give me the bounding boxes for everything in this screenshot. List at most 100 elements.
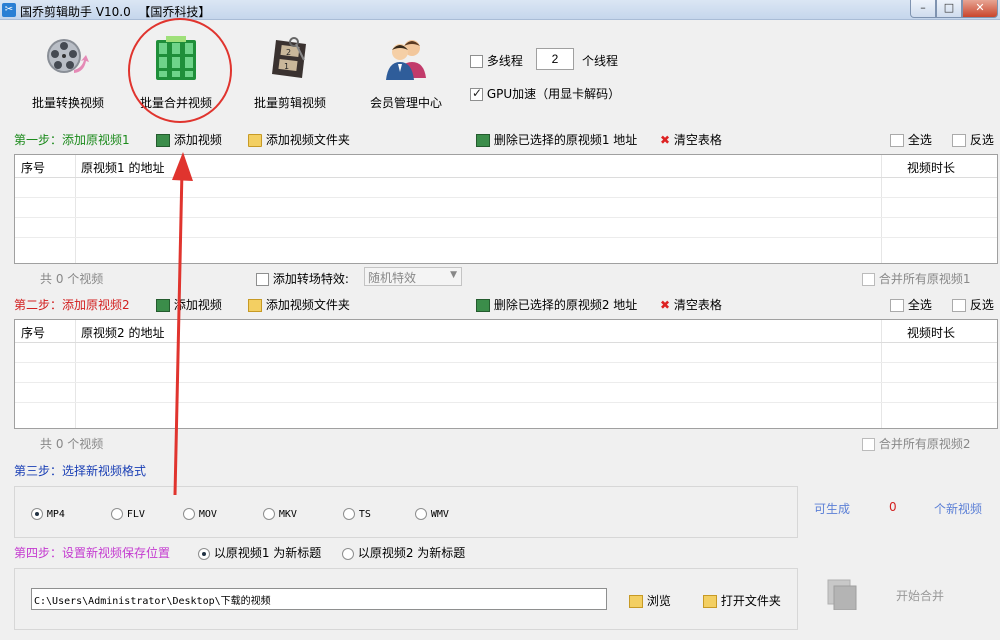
format-radio[interactable]: [263, 507, 275, 520]
open-folder-button[interactable]: 打开文件夹: [703, 592, 781, 609]
step3-title: 第三步：选择新视频格式: [14, 464, 147, 478]
can-generate-label: 可生成: [814, 502, 851, 516]
maximize-button[interactable]: □: [936, 0, 962, 18]
merge-all-1-label: 合并所有原视频1: [878, 272, 971, 286]
format-radio[interactable]: [31, 507, 43, 520]
merge-all-1-option[interactable]: 合并所有原视频1: [862, 270, 970, 287]
can-generate-count: 0: [889, 500, 897, 514]
step1-invert-select-button[interactable]: 反选: [952, 131, 994, 148]
toolbar-member-button[interactable]: 会员管理中心: [356, 30, 456, 120]
format-label: FLV: [126, 509, 145, 520]
transition-option[interactable]: 添加转场特效:: [256, 270, 349, 287]
step2-count: 共 0 个视频: [40, 437, 104, 451]
format-option-mp4[interactable]: MP4: [31, 506, 65, 520]
page-icon: [952, 134, 966, 147]
step1-add-folder-button[interactable]: 添加视频文件夹: [248, 131, 350, 148]
save-path-input[interactable]: [31, 588, 607, 610]
format-radio[interactable]: [415, 507, 427, 520]
step1-add-video-button[interactable]: 添加视频: [156, 131, 222, 148]
step2-invert-select-button[interactable]: 反选: [952, 296, 994, 313]
page-icon: [890, 134, 904, 147]
delete-video-icon: [476, 134, 490, 147]
format-label: WMV: [430, 509, 449, 520]
gpu-label: GPU加速（用显卡解码）: [486, 87, 621, 101]
toolbar-label: 批量剪辑视频: [253, 96, 326, 110]
clear-table-label: 清空表格: [673, 298, 722, 312]
folder-add-icon: [248, 299, 262, 312]
format-option-wmv[interactable]: WMV: [415, 506, 449, 520]
format-group: MP4 FLV MOV MKV TS WMV: [14, 486, 798, 538]
column-header-duration[interactable]: 视频时长: [907, 324, 955, 341]
save-path-group: 浏览 打开文件夹: [14, 568, 798, 630]
format-radio[interactable]: [183, 507, 195, 520]
step1-select-all-button[interactable]: 全选: [890, 131, 932, 148]
chevron-down-icon: ▼: [450, 270, 457, 280]
new-videos-label: 个新视频: [934, 502, 983, 516]
thread-unit-label: 个线程: [582, 54, 619, 68]
merge-all-2-option[interactable]: 合并所有原视频2: [862, 435, 970, 452]
app-scissors-icon: ✂: [2, 3, 16, 17]
name-option-2-radio[interactable]: [342, 547, 354, 560]
page-icon: [952, 299, 966, 312]
transition-select[interactable]: 随机特效 ▼: [364, 267, 462, 286]
step2-clear-table-button[interactable]: ✖ 清空表格: [660, 296, 722, 313]
select-all-label: 全选: [907, 298, 932, 312]
format-option-mkv[interactable]: MKV: [263, 506, 297, 520]
column-header-duration[interactable]: 视频时长: [907, 159, 955, 176]
toolbar-cut-button[interactable]: 2 1 批量剪辑视频: [240, 30, 340, 120]
format-option-mov[interactable]: MOV: [183, 506, 217, 520]
transition-checkbox[interactable]: [256, 273, 269, 286]
thread-count-input[interactable]: [536, 48, 574, 70]
start-merge-button[interactable]: 开始合并: [822, 574, 998, 620]
step2-select-all-button[interactable]: 全选: [890, 296, 932, 313]
format-label: MOV: [198, 509, 217, 520]
gpu-checkbox[interactable]: [470, 86, 483, 101]
multithread-option[interactable]: 多线程: [470, 52, 523, 69]
gpu-option[interactable]: GPU加速（用显卡解码）: [470, 85, 620, 102]
users-icon: [386, 40, 426, 80]
step1-clear-table-button[interactable]: ✖ 清空表格: [660, 131, 722, 148]
minimize-button[interactable]: –: [910, 0, 936, 18]
format-option-flv[interactable]: FLV: [111, 506, 145, 520]
multithread-checkbox[interactable]: [470, 55, 483, 68]
open-folder-icon: [703, 595, 717, 608]
folder-add-icon: [248, 134, 262, 147]
format-label: MKV: [278, 509, 297, 520]
svg-text:2: 2: [286, 48, 291, 57]
name-option-1[interactable]: 以原视频1 为新标题: [198, 544, 321, 561]
format-option-ts[interactable]: TS: [343, 506, 371, 520]
red-x-icon: ✖: [660, 298, 671, 312]
step4-title: 第四步：设置新视频保存位置: [14, 546, 171, 560]
invert-select-label: 反选: [969, 298, 994, 312]
toolbar-convert-button[interactable]: 批量转换视频: [18, 30, 118, 120]
delete-video-icon: [476, 299, 490, 312]
step1-delete-selected-button[interactable]: 删除已选择的原视频1 地址: [476, 131, 637, 148]
page-icon: [890, 299, 904, 312]
column-header-index[interactable]: 序号: [21, 159, 45, 176]
svg-text:1: 1: [284, 62, 289, 71]
format-label: MP4: [46, 509, 65, 520]
step2-add-folder-button[interactable]: 添加视频文件夹: [248, 296, 350, 313]
select-all-label: 全选: [907, 133, 932, 147]
step2-delete-selected-button[interactable]: 删除已选择的原视频2 地址: [476, 296, 637, 313]
merge-all-1-checkbox[interactable]: [862, 273, 875, 286]
add-folder-label: 添加视频文件夹: [265, 133, 350, 147]
format-radio[interactable]: [111, 507, 123, 520]
annotation-arrow-icon: [172, 152, 193, 496]
name-option-1-radio[interactable]: [198, 547, 210, 560]
name-option-2[interactable]: 以原视频2 为新标题: [342, 544, 465, 561]
toolbar-label: 会员管理中心: [369, 96, 442, 110]
close-button[interactable]: ✕: [962, 0, 998, 18]
red-x-icon: ✖: [660, 133, 671, 147]
add-video-label: 添加视频: [173, 133, 222, 147]
transition-label: 添加转场特效:: [272, 272, 349, 286]
toolbar-label: 批量转换视频: [31, 96, 104, 110]
browse-button[interactable]: 浏览: [629, 592, 671, 609]
column-header-index[interactable]: 序号: [21, 324, 45, 341]
multithread-label: 多线程: [486, 54, 523, 68]
open-folder-label: 打开文件夹: [720, 594, 781, 608]
format-radio[interactable]: [343, 507, 355, 520]
magnifier-folder-icon: [629, 595, 643, 608]
highlight-ellipse: [128, 18, 232, 123]
merge-all-2-checkbox[interactable]: [862, 438, 875, 451]
